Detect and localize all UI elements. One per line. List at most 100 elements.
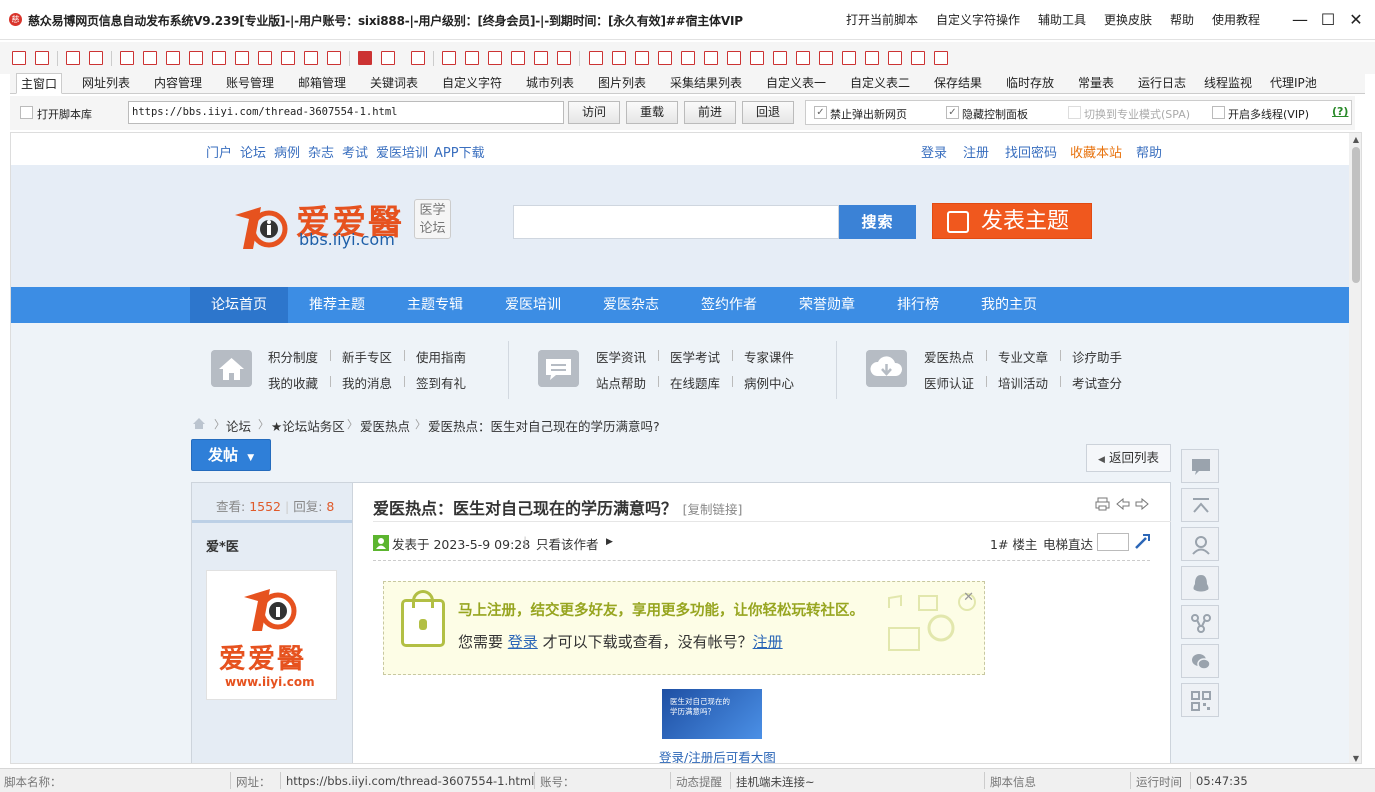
side-qrcode-button[interactable] [1181, 683, 1219, 717]
vertical-scrollbar[interactable]: ▲ ▼ [1349, 133, 1361, 763]
forward-button[interactable]: 前进 [684, 101, 736, 124]
link-magazine[interactable]: 杂志 [308, 142, 334, 161]
clone-icon[interactable] [511, 51, 525, 65]
menu-tutorial[interactable]: 使用教程 [1212, 11, 1260, 28]
block-popup-checkbox[interactable]: ✓ [814, 106, 827, 119]
menu-skin[interactable]: 更换皮肤 [1104, 11, 1152, 28]
nav-topic-albums[interactable]: 主题专辑 [386, 287, 484, 323]
quick-newbie[interactable]: 新手专区 [342, 347, 392, 366]
url-input[interactable]: https://bbs.iiyi.com/thread-3607554-1.ht… [128, 101, 564, 124]
breadcrumb-site-affairs[interactable]: ★论坛站务区 [271, 416, 345, 435]
table-icon[interactable] [327, 51, 341, 65]
menu-tools[interactable]: 辅助工具 [1038, 11, 1086, 28]
view-large-image-link[interactable]: 登录/注册后可看大图 [659, 747, 776, 763]
import-icon[interactable] [12, 51, 26, 65]
quick-points-rules[interactable]: 积分制度 [268, 347, 318, 366]
link-exam[interactable]: 考试 [342, 142, 368, 161]
tab-custom-table-1[interactable]: 自定义表一 [762, 73, 830, 94]
brush-icon[interactable] [842, 51, 856, 65]
nav-my-home[interactable]: 我的主页 [960, 287, 1058, 323]
side-qq-button[interactable] [1181, 566, 1219, 600]
link-register[interactable]: 注册 [963, 142, 989, 161]
minimize-button[interactable]: — [1290, 10, 1310, 30]
author-name[interactable]: 爱*医 [206, 536, 239, 555]
menu-custom-string[interactable]: 自定义字符操作 [936, 11, 1020, 28]
next-thread-icon[interactable] [1135, 498, 1149, 510]
hide-panel-checkbox[interactable]: ✓ [946, 106, 959, 119]
script-icon[interactable] [381, 51, 395, 65]
nav-ranking[interactable]: 排行榜 [876, 287, 960, 323]
link-app-download[interactable]: APP下载 [434, 142, 485, 161]
copy-link[interactable]: [复制链接] [683, 502, 743, 517]
back-button[interactable]: 回退 [742, 101, 794, 124]
side-wechat-button[interactable] [1181, 644, 1219, 678]
side-share-button[interactable] [1181, 605, 1219, 639]
spa-mode-checkbox[interactable] [1068, 106, 1081, 119]
tab-accounts[interactable]: 账号管理 [222, 73, 278, 94]
maximize-button[interactable]: ☐ [1318, 10, 1338, 30]
export-icon[interactable] [35, 51, 49, 65]
notice-login-link[interactable]: 登录 [508, 633, 538, 651]
doc-icon[interactable] [465, 51, 479, 65]
panel-icon[interactable] [888, 51, 902, 65]
link-forum[interactable]: 论坛 [240, 142, 266, 161]
nav-forum-home[interactable]: 论坛首页 [190, 287, 288, 323]
tab-images[interactable]: 图片列表 [594, 73, 650, 94]
trash-icon[interactable] [189, 51, 203, 65]
settings-list-icon[interactable] [934, 51, 948, 65]
image-icon[interactable] [704, 51, 718, 65]
visit-button[interactable]: 访问 [568, 101, 620, 124]
print-icon[interactable] [1095, 497, 1110, 511]
script-red-icon[interactable] [358, 51, 372, 65]
quick-med-exam[interactable]: 医学考试 [670, 347, 720, 366]
calendar-icon[interactable] [865, 51, 879, 65]
back-to-list-button[interactable]: ◀ 返回列表 [1086, 444, 1171, 472]
tab-keywords[interactable]: 关键词表 [366, 73, 422, 94]
quick-courseware[interactable]: 专家课件 [744, 347, 794, 366]
notice-register-link[interactable]: 注册 [753, 633, 783, 651]
site-search-input[interactable] [513, 205, 839, 239]
delete-x-icon[interactable] [166, 51, 180, 65]
new-topic-button[interactable]: 发表主题 [932, 203, 1092, 239]
link-help[interactable]: 帮助 [1136, 142, 1162, 161]
window-icon[interactable] [66, 51, 80, 65]
upload-icon[interactable] [143, 51, 157, 65]
db-icon[interactable] [911, 51, 925, 65]
quick-training-events[interactable]: 培训活动 [998, 373, 1048, 392]
quick-my-favorites[interactable]: 我的收藏 [268, 373, 318, 392]
align-icon[interactable] [750, 51, 764, 65]
breadcrumb-home-icon[interactable] [192, 417, 206, 430]
list-icon[interactable] [89, 51, 103, 65]
quick-checkin[interactable]: 签到有礼 [416, 373, 466, 392]
close-button[interactable]: ✕ [1346, 10, 1366, 30]
dots-grid-icon[interactable] [534, 51, 548, 65]
link-portal[interactable]: 门户 [206, 142, 232, 161]
elevator-input[interactable] [1097, 533, 1129, 551]
quick-score-check[interactable]: 考试查分 [1072, 373, 1122, 392]
open-script-lib-checkbox[interactable] [20, 106, 33, 119]
quick-med-news[interactable]: 医学资讯 [596, 347, 646, 366]
reload-button[interactable]: 重载 [626, 101, 678, 124]
move-up-icon[interactable] [258, 51, 272, 65]
quick-hot[interactable]: 爱医热点 [924, 347, 974, 366]
tab-proxy-pool[interactable]: 代理IP池 [1266, 73, 1321, 94]
nav-magazine[interactable]: 爱医杂志 [582, 287, 680, 323]
help-link[interactable]: (?) [1332, 105, 1348, 118]
tab-collect-results[interactable]: 采集结果列表 [666, 73, 746, 94]
chart-icon[interactable] [819, 51, 833, 65]
nav-training[interactable]: 爱医培训 [484, 287, 582, 323]
prev-thread-icon[interactable] [1116, 498, 1130, 510]
menu-help[interactable]: 帮助 [1170, 11, 1194, 28]
layers-icon[interactable] [488, 51, 502, 65]
tab-save-results[interactable]: 保存结果 [930, 73, 986, 94]
bars-icon[interactable] [411, 51, 425, 65]
page-icon[interactable] [658, 51, 672, 65]
only-author-link[interactable]: 只看该作者 [536, 534, 599, 553]
quick-question-bank[interactable]: 在线题库 [670, 373, 720, 392]
menu-open-script[interactable]: 打开当前脚本 [846, 11, 918, 28]
move-down-icon[interactable] [281, 51, 295, 65]
form-icon[interactable] [304, 51, 318, 65]
grid-icon[interactable] [442, 51, 456, 65]
quick-site-help[interactable]: 站点帮助 [596, 373, 646, 392]
side-top-button[interactable] [1181, 488, 1219, 522]
